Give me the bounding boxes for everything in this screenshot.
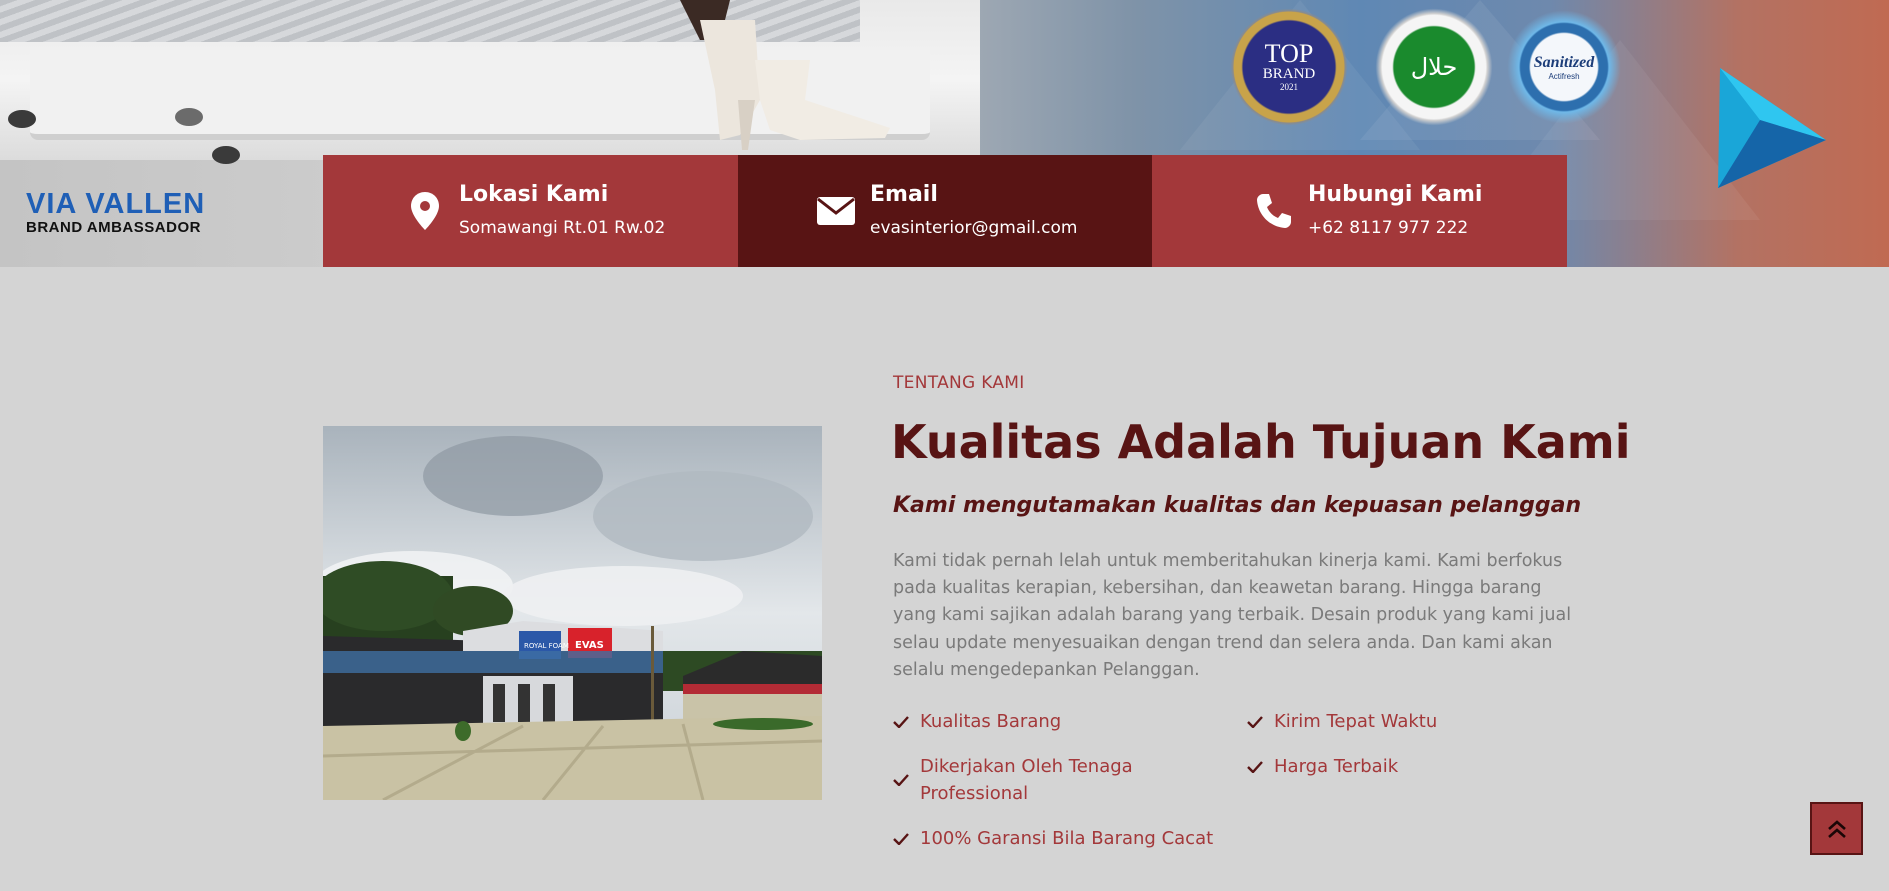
boot-image: [680, 0, 890, 150]
contact-phone-title: Hubungi Kami: [1308, 182, 1483, 207]
halal-text: حلال: [1410, 53, 1458, 81]
feature-label: 100% Garansi Bila Barang Cacat: [920, 828, 1214, 849]
feature-label: Kualitas Barang: [920, 711, 1062, 732]
section-eyebrow: TENTANG KAMI: [893, 373, 1025, 393]
double-chevron-up-icon: [1827, 819, 1846, 838]
feature-item: Harga Terbaik: [1247, 753, 1567, 780]
feature-item: Kirim Tepat Waktu: [1247, 708, 1567, 735]
section-subheadline: Kami mengutamakan kualitas dan kepuasan …: [893, 493, 1582, 518]
map-pin-icon: [405, 191, 445, 231]
sanitized-text: Sanitized: [1533, 53, 1595, 71]
ambassador-role: BRAND AMBASSADOR: [26, 219, 201, 236]
contact-phone-value[interactable]: +62 8117 977 222: [1308, 215, 1482, 241]
photo-sign-left: ROYAL FOAM: [524, 642, 569, 650]
check-icon: [893, 708, 920, 735]
contact-location-value: Somawangi Rt.01 Rw.02: [459, 218, 666, 238]
feature-label: Dikerjakan Oleh Tenaga Professional: [920, 756, 1133, 804]
contact-email-title: Email: [870, 182, 938, 207]
feature-label: Harga Terbaik: [1274, 756, 1399, 777]
contact-email-value[interactable]: evasinterior@gmail.com: [870, 215, 1077, 241]
check-icon: [1247, 708, 1274, 735]
section-body: Kami tidak pernah lelah untuk memberitah…: [893, 551, 1572, 680]
phone-icon: [1254, 191, 1294, 231]
sanitized-sub: Actifresh: [1548, 71, 1580, 81]
check-icon: [893, 825, 920, 852]
top-brand-line2: BRAND: [1262, 66, 1316, 82]
contact-phone: Hubungi Kami +62 8117 977 222: [1152, 155, 1567, 267]
section-headline: Kualitas Adalah Tujuan Kami: [891, 415, 1631, 469]
top-brand-line1: TOP: [1264, 39, 1314, 68]
check-icon: [1247, 753, 1274, 780]
feature-label: Kirim Tepat Waktu: [1274, 711, 1438, 732]
brand-ambassador: VIA VALLEN BRAND AMBASSADOR: [26, 188, 226, 236]
ambassador-name: VIA VALLEN: [26, 188, 206, 220]
contact-location: Lokasi Kami Somawangi Rt.01 Rw.02: [323, 155, 738, 267]
top-brand-year: 2021: [1280, 82, 1298, 92]
halal-mui-badge: حلال: [1375, 8, 1493, 126]
contact-email: Email evasinterior@gmail.com: [738, 155, 1152, 267]
sanitized-badge: Sanitized Actifresh: [1505, 8, 1623, 126]
check-icon: [893, 766, 920, 793]
feature-item: Kualitas Barang: [893, 708, 1233, 735]
contact-location-title: Lokasi Kami: [459, 182, 609, 207]
feature-item: Dikerjakan Oleh Tenaga Professional: [893, 753, 1193, 807]
photo-sign-right: EVAS: [575, 640, 604, 651]
feature-item: 100% Garansi Bila Barang Cacat: [893, 825, 1253, 852]
top-brand-badge: TOP BRAND 2021: [1230, 8, 1348, 126]
scroll-to-top-button[interactable]: [1810, 802, 1863, 855]
envelope-icon: [816, 191, 856, 231]
store-photo: ROYAL FOAM EVAS: [323, 426, 822, 800]
